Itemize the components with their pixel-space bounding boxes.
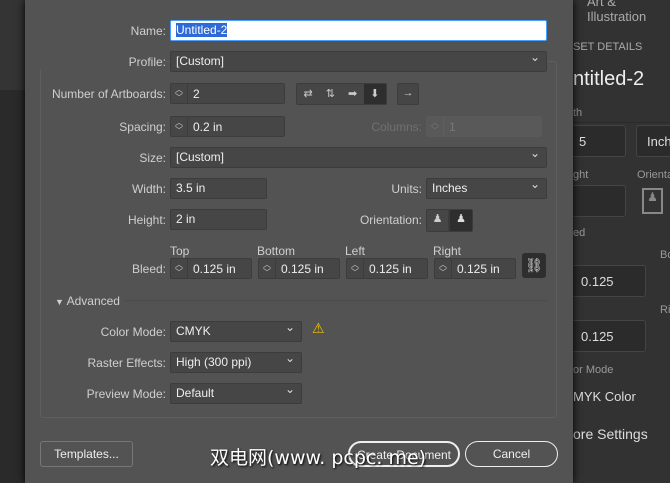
bleed-bottom-stepper[interactable]: ︿ ﹀ 0.125 in [258, 258, 340, 279]
advanced-label: Advanced [66, 294, 120, 308]
stepper-arrows-icon[interactable]: ︿ ﹀ [435, 259, 452, 278]
link-bleed-icon[interactable]: ⛓ [522, 253, 546, 278]
bleed-top-value: 0.125 in [193, 262, 236, 276]
color-mode-value[interactable]: MYK Color [573, 389, 636, 404]
color-mode-select[interactable]: CMYK [170, 320, 302, 342]
warning-icon[interactable]: ⚠ [312, 320, 325, 337]
width-label: th [573, 107, 583, 119]
preview-mode-select[interactable]: Default [170, 382, 302, 404]
templates-button[interactable]: Templates... [40, 441, 133, 467]
stepper-arrows-icon[interactable]: ︿ ﹀ [171, 117, 188, 136]
height-input[interactable]: 2 in [170, 209, 267, 230]
cancel-button[interactable]: Cancel [465, 441, 558, 467]
height-label: ght [573, 169, 589, 181]
columns-value: 1 [449, 120, 456, 134]
section-title: SET DETAILS [573, 41, 643, 53]
artboards-stepper[interactable]: ︿ ﹀ 2 [170, 83, 285, 104]
watermark: 双电网(www. pcpc. me) [210, 447, 427, 469]
columns-label: Columns: [371, 120, 422, 134]
height-input[interactable] [573, 185, 626, 217]
left-to-right-icon[interactable]: → [397, 83, 419, 105]
raster-effects-label: Raster Effects: [87, 356, 166, 370]
bleed-bottom-label: Bottom [257, 244, 296, 258]
color-mode-label: Color Mode: [100, 325, 166, 339]
units-select[interactable]: Inches [426, 177, 547, 199]
size-label: Size: [139, 151, 166, 165]
spacing-value: 0.2 in [193, 120, 223, 134]
arrange-by-row-icon[interactable]: ➡ [342, 84, 364, 104]
stepper-arrows-icon[interactable]: ︿ ﹀ [171, 259, 188, 278]
landscape-icon[interactable]: ♟ [449, 209, 473, 232]
raster-effects-select[interactable]: High (300 ppi) [170, 351, 302, 373]
bleed-label: ed [573, 227, 586, 239]
profile-label: Profile: [36, 55, 166, 69]
width-input[interactable]: 5 [573, 125, 626, 157]
bleed-label: Bleed: [131, 262, 166, 276]
preset-name: ntitled-2 [573, 68, 645, 90]
stepper-arrows-icon[interactable]: ︿ ﹀ [347, 259, 364, 278]
bleed-right-value: 0.125 in [457, 262, 500, 276]
bleed-left-value: 0.125 in [369, 262, 412, 276]
preset-details-panel: Art & Illustration SET DETAILS ntitled-2… [573, 0, 670, 483]
name-value: Untitled-2 [176, 23, 228, 37]
preview-mode-label: Preview Mode: [86, 387, 166, 401]
size-select[interactable]: [Custom] [170, 146, 547, 168]
spacing-label: Spacing: [119, 120, 166, 134]
bottom-label: Bo [660, 249, 670, 261]
height-label: Height: [127, 213, 166, 227]
width-label: Width: [131, 182, 166, 196]
name-input[interactable]: Untitled-2 [170, 20, 547, 41]
background-band [0, 0, 25, 90]
profile-select[interactable]: [Custom] [170, 50, 547, 72]
bleed-right-stepper[interactable]: ︿ ﹀ 0.125 in [434, 258, 516, 279]
orientation-label: Orienta [637, 169, 670, 181]
portrait-icon[interactable]: ♟ [642, 188, 663, 214]
stepper-arrows-icon: ︿ ﹀ [427, 117, 444, 136]
more-settings-button[interactable]: ore Settings [573, 426, 648, 442]
grid-by-column-icon[interactable]: ⇅ [319, 84, 341, 104]
bleed-bottom-value: 0.125 in [281, 262, 324, 276]
bleed-left-stepper[interactable]: ︿ ﹀ 0.125 in [346, 258, 428, 279]
bleed-top-input[interactable]: 0.125 [573, 265, 646, 297]
color-mode-label: or Mode [573, 364, 614, 376]
bleed-top-label: Top [170, 244, 190, 258]
panel-top-text: Art & Illustration [587, 0, 647, 24]
divider [573, 122, 670, 123]
name-label: Name: [130, 24, 166, 38]
units-select[interactable]: Inch [636, 125, 670, 157]
triangle-down-icon: ▼ [55, 297, 64, 307]
artboards-value: 2 [193, 87, 200, 101]
grid-by-row-icon[interactable]: ⇄ [297, 84, 319, 104]
right-label: Ri [660, 304, 670, 316]
stepper-arrows-icon[interactable]: ︿ ﹀ [259, 259, 276, 278]
orientation-label: Orientation: [359, 213, 422, 227]
columns-stepper: ︿ ﹀ 1 [426, 116, 542, 137]
artboards-label: Number of Artboards: [51, 87, 166, 101]
divider [125, 300, 547, 301]
advanced-toggle[interactable]: ▼ Advanced [55, 294, 120, 308]
bleed-right-label: Right [433, 244, 462, 258]
bleed-left-input[interactable]: 0.125 [573, 320, 646, 352]
width-input[interactable]: 3.5 in [170, 178, 267, 199]
artboard-layout-group: ⇄ ⇅ ➡ ⬇ [296, 83, 387, 105]
stepper-arrows-icon[interactable]: ︿ ﹀ [171, 84, 188, 103]
units-label: Units: [391, 182, 422, 196]
bleed-top-stepper[interactable]: ︿ ﹀ 0.125 in [170, 258, 252, 279]
bleed-left-label: Left [345, 244, 366, 258]
arrange-by-column-icon[interactable]: ⬇ [363, 84, 386, 104]
portrait-icon[interactable]: ♟ [426, 209, 449, 232]
